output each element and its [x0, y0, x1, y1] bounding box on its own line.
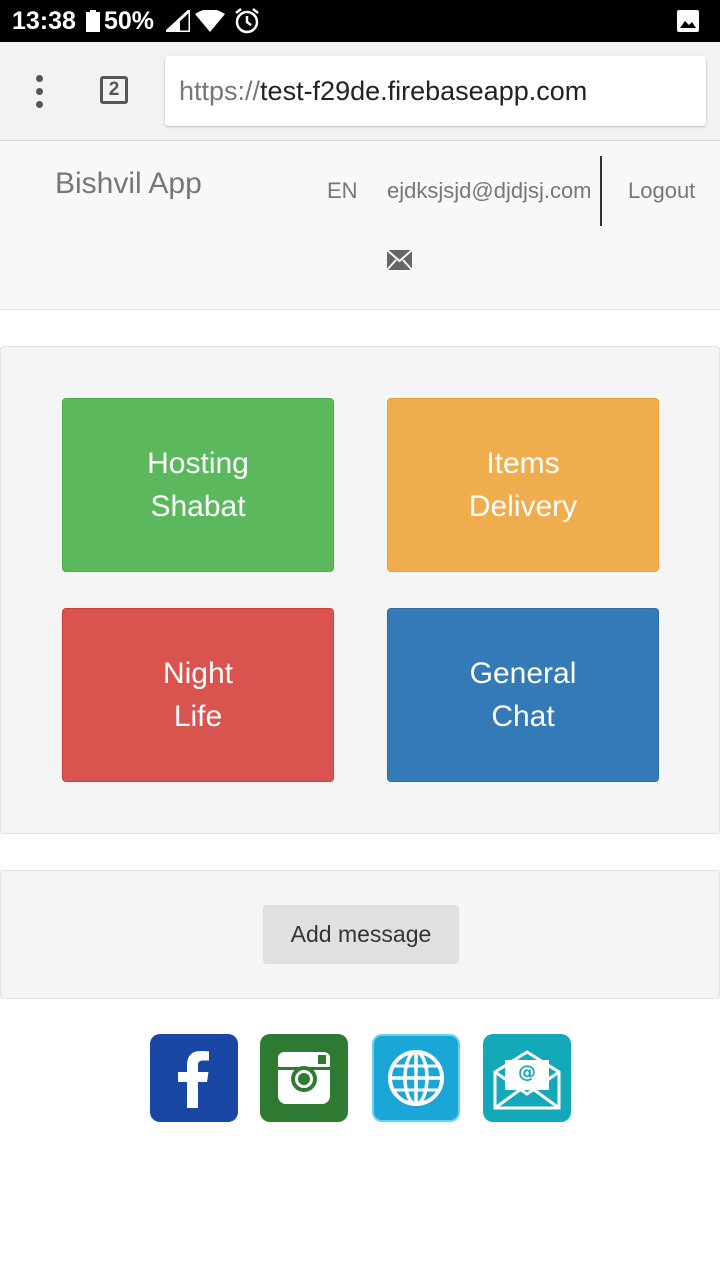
alarm-icon: [235, 8, 259, 34]
tile-label-line1: Items: [486, 447, 560, 480]
general-chat-button[interactable]: General Chat: [387, 608, 659, 782]
hosting-shabat-button[interactable]: Hosting Shabat: [62, 398, 334, 572]
svg-text:@: @: [518, 1062, 536, 1083]
tab-switcher-button[interactable]: 2: [100, 76, 128, 104]
items-delivery-button[interactable]: Items Delivery: [387, 398, 659, 572]
language-switch[interactable]: EN: [327, 178, 358, 204]
tile-label-line1: Night: [162, 657, 234, 690]
tile-label-line1: General: [469, 657, 577, 690]
wifi-icon: [195, 10, 225, 32]
battery-icon: [86, 10, 100, 32]
facebook-icon[interactable]: [150, 1034, 238, 1122]
address-bar[interactable]: https://test-f29de.firebaseapp.com: [165, 56, 706, 126]
add-message-button[interactable]: Add message: [263, 905, 459, 964]
category-panel: Hosting Shabat Items Delivery Night Life…: [0, 346, 720, 834]
battery-percent: 50%: [104, 7, 155, 35]
url-text: https://test-f29de.firebaseapp.com: [179, 76, 587, 107]
browser-menu-button[interactable]: [26, 72, 54, 112]
envelope-icon[interactable]: [387, 249, 412, 271]
message-panel: Add message: [0, 870, 720, 999]
signal-icon: [166, 10, 190, 32]
tile-label-line1: Hosting: [147, 447, 249, 480]
url-host: test-f29de.firebaseapp.com: [260, 76, 588, 106]
app-navbar: Bishvil App EN ejdksjsjd@djdjsj.com Logo…: [0, 141, 720, 310]
email-icon[interactable]: @: [483, 1034, 571, 1122]
image-notification-icon: [677, 10, 699, 32]
tile-label-line2: Chat: [491, 700, 555, 733]
globe-icon[interactable]: [372, 1034, 460, 1122]
user-email[interactable]: ejdksjsjd@djdjsj.com: [387, 178, 592, 204]
instagram-icon[interactable]: [260, 1034, 348, 1122]
tile-label-line2: Life: [173, 700, 223, 733]
url-protocol: https://: [179, 76, 261, 106]
logout-link[interactable]: Logout: [628, 178, 695, 204]
browser-toolbar: 2 https://test-f29de.firebaseapp.com: [0, 42, 720, 141]
tile-label-line2: Shabat: [150, 490, 246, 523]
status-bar: 13:38 50%: [0, 0, 720, 42]
status-time: 13:38: [12, 7, 76, 35]
tile-label-line2: Delivery: [468, 490, 578, 523]
app-brand[interactable]: Bishvil App: [55, 167, 202, 201]
night-life-button[interactable]: Night Life: [62, 608, 334, 782]
text-cursor: [600, 156, 602, 226]
